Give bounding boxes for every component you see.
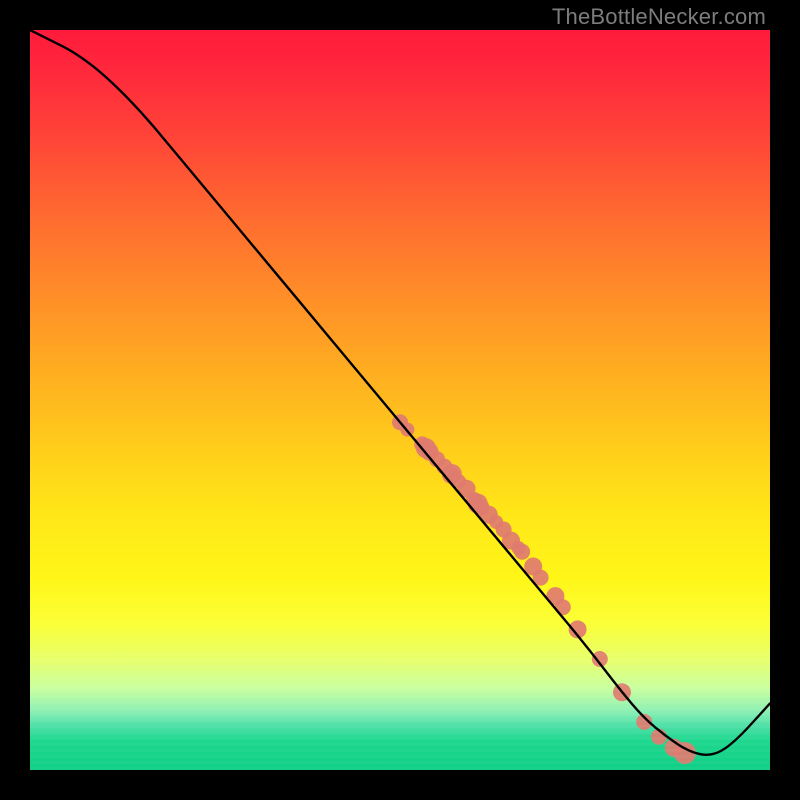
plot-area xyxy=(30,30,770,770)
watermark-text: TheBottleNecker.com xyxy=(552,4,766,30)
bottleneck-curve xyxy=(30,30,770,755)
chart-svg xyxy=(30,30,770,770)
data-point xyxy=(514,544,530,560)
chart-stage: TheBottleNecker.com xyxy=(0,0,800,800)
data-point xyxy=(555,599,571,615)
